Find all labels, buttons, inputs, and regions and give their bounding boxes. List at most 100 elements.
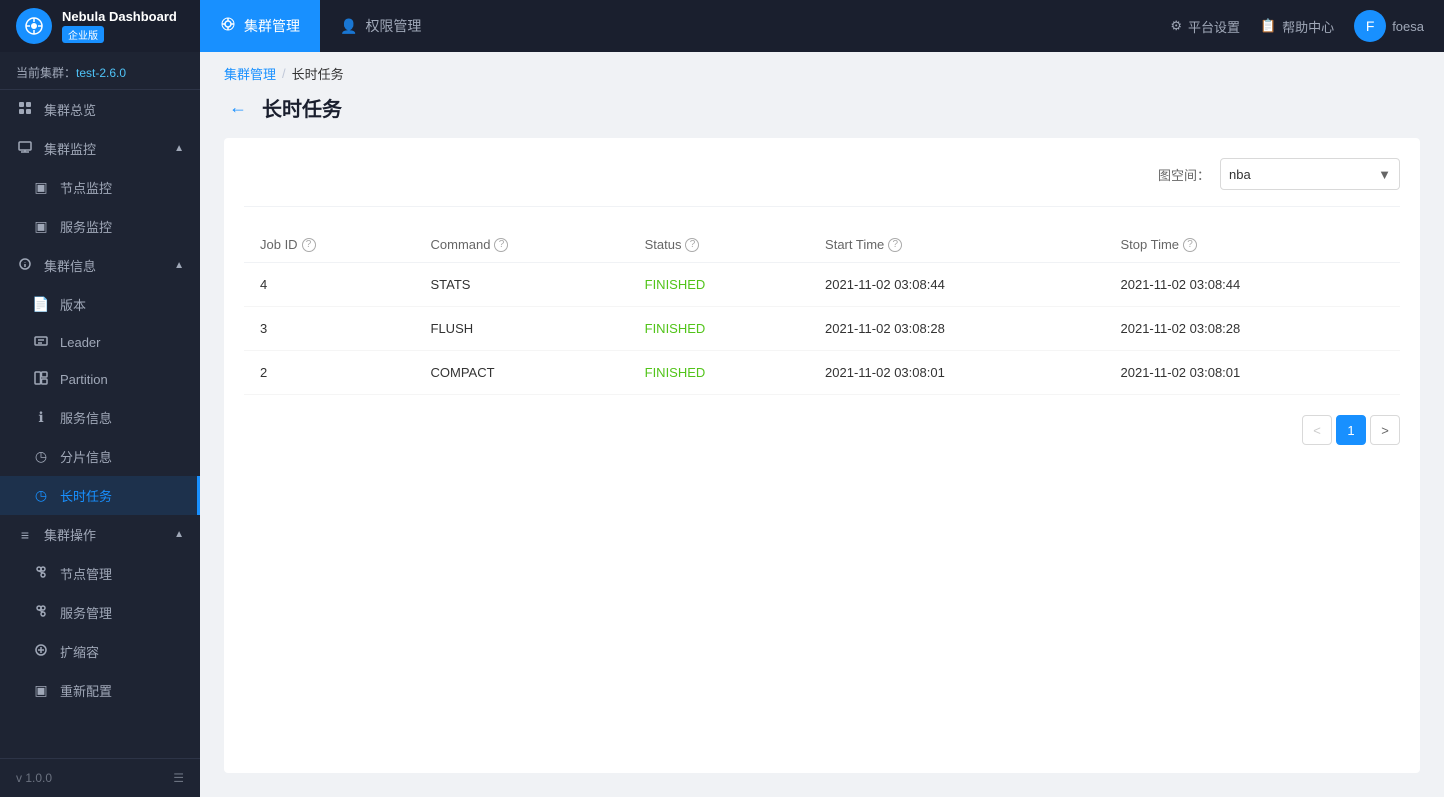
settings-nav-item[interactable]: ⚙ 平台设置	[1170, 17, 1240, 36]
service-monitor-icon: ▣	[32, 218, 50, 235]
version-bar: v 1.0.0 ☰	[0, 758, 200, 797]
long-task-icon: ◷	[32, 487, 50, 504]
sidebar-item-version[interactable]: 📄 版本	[0, 285, 200, 324]
logo-badge: 企业版	[62, 26, 104, 43]
nav-items: 集群管理 👤 权限管理	[200, 0, 1150, 52]
sidebar-item-service-monitor[interactable]: ▣ 服务监控	[0, 207, 200, 246]
service-mgmt-label: 服务管理	[60, 603, 112, 622]
status-help-icon[interactable]: ?	[685, 238, 699, 252]
version-icon: 📄	[32, 296, 50, 313]
pagination: < 1 >	[244, 415, 1400, 445]
reconfig-icon: ▣	[32, 682, 50, 699]
jobs-table: Job ID ? Command ?	[244, 227, 1400, 395]
table-row: 2 COMPACT FINISHED 2021-11-02 03:08:01 2…	[244, 351, 1400, 395]
user-profile[interactable]: F foesa	[1354, 10, 1424, 42]
breadcrumb-parent[interactable]: 集群管理	[224, 64, 276, 83]
command-help-icon[interactable]: ?	[494, 238, 508, 252]
start-time-help-icon[interactable]: ?	[888, 238, 902, 252]
sidebar-item-node-monitor[interactable]: ▣ 节点监控	[0, 168, 200, 207]
service-info-label: 服务信息	[60, 408, 112, 427]
prev-page-button[interactable]: <	[1302, 415, 1332, 445]
nav-item-cluster-mgmt-label: 集群管理	[244, 16, 300, 36]
breadcrumb-current: 长时任务	[292, 64, 344, 83]
help-nav-item[interactable]: 📋 帮助中心	[1260, 17, 1334, 36]
menu-icon[interactable]: ☰	[173, 771, 184, 785]
settings-icon: ⚙	[1170, 18, 1182, 34]
th-status: Status ?	[629, 227, 809, 263]
sidebar-section-cluster-ops[interactable]: ≡ 集群操作 ▲	[0, 515, 200, 554]
cluster-mgmt-icon	[220, 16, 236, 37]
cell-job-id: 2	[244, 351, 415, 395]
cell-stop-time: 2021-11-02 03:08:44	[1105, 263, 1401, 307]
sidebar-section-cluster-monitor[interactable]: 集群监控 ▲	[0, 129, 200, 168]
node-monitor-label: 节点监控	[60, 178, 112, 197]
namespace-select[interactable]: nba ▼	[1220, 158, 1400, 190]
nav-item-auth-mgmt[interactable]: 👤 权限管理	[320, 0, 441, 52]
dropdown-chevron-icon: ▼	[1378, 167, 1391, 182]
cluster-label: 当前集群：test-2.6.0	[0, 52, 200, 90]
reconfig-label: 重新配置	[60, 681, 112, 700]
cell-status: FINISHED	[629, 263, 809, 307]
sidebar-item-reconfig[interactable]: ▣ 重新配置	[0, 671, 200, 710]
sidebar-item-service-info[interactable]: ℹ 服务信息	[0, 398, 200, 437]
namespace-label: 图空间：	[1158, 165, 1210, 184]
scale-icon	[32, 643, 50, 660]
cluster-ops-chevron: ▲	[174, 529, 184, 540]
back-button[interactable]: ←	[224, 94, 252, 122]
sidebar-item-shard-info[interactable]: ◷ 分片信息	[0, 437, 200, 476]
breadcrumb: 集群管理 / 长时任务	[200, 52, 1444, 83]
sidebar-section-cluster-info[interactable]: 集群信息 ▲	[0, 246, 200, 285]
node-mgmt-icon	[32, 565, 50, 582]
nav-item-cluster-mgmt[interactable]: 集群管理	[200, 0, 320, 52]
sidebar-item-partition[interactable]: Partition	[0, 361, 200, 398]
sidebar-item-scale[interactable]: 扩缩容	[0, 632, 200, 671]
cell-command: COMPACT	[415, 351, 629, 395]
sidebar-item-service-mgmt[interactable]: 服务管理	[0, 593, 200, 632]
partition-icon	[32, 371, 50, 388]
stop-time-help-icon[interactable]: ?	[1183, 238, 1197, 252]
cell-stop-time: 2021-11-02 03:08:01	[1105, 351, 1401, 395]
cell-job-id: 3	[244, 307, 415, 351]
next-page-button[interactable]: >	[1370, 415, 1400, 445]
table-container: Job ID ? Command ?	[244, 227, 1400, 395]
th-stop-time: Stop Time ?	[1105, 227, 1401, 263]
main-layout: 当前集群：test-2.6.0 集群总览 集群监控 ▲ ▣ 节点监控 ▣ 服	[0, 52, 1444, 797]
shard-info-icon: ◷	[32, 448, 50, 465]
shard-info-label: 分片信息	[60, 447, 112, 466]
node-mgmt-label: 节点管理	[60, 564, 112, 583]
sidebar-item-leader[interactable]: Leader	[0, 324, 200, 361]
logo-title: Nebula Dashboard	[62, 9, 177, 24]
cell-command: FLUSH	[415, 307, 629, 351]
sidebar-item-long-task[interactable]: ◷ 长时任务	[0, 476, 200, 515]
cluster-monitor-label: 集群监控	[44, 139, 96, 158]
page-1-button[interactable]: 1	[1336, 415, 1366, 445]
page-header: ← 长时任务	[200, 83, 1444, 138]
toolbar: 图空间： nba ▼	[244, 158, 1400, 207]
table-row: 3 FLUSH FINISHED 2021-11-02 03:08:28 202…	[244, 307, 1400, 351]
th-job-id: Job ID ?	[244, 227, 415, 263]
breadcrumb-separator: /	[282, 66, 286, 81]
cluster-info-label: 集群信息	[44, 256, 96, 275]
sidebar-item-cluster-overview[interactable]: 集群总览	[0, 90, 200, 129]
cell-command: STATS	[415, 263, 629, 307]
service-mgmt-icon	[32, 604, 50, 621]
namespace-value: nba	[1229, 167, 1251, 182]
node-monitor-icon: ▣	[32, 179, 50, 196]
help-label: 帮助中心	[1282, 17, 1334, 36]
job-id-help-icon[interactable]: ?	[302, 238, 316, 252]
cluster-ops-icon: ≡	[16, 527, 34, 543]
logo-text: Nebula Dashboard 企业版	[62, 9, 177, 43]
cluster-overview-icon	[16, 101, 34, 118]
th-command: Command ?	[415, 227, 629, 263]
page-title: 长时任务	[262, 93, 342, 122]
cluster-name: test-2.6.0	[76, 66, 126, 80]
auth-mgmt-icon: 👤	[340, 18, 357, 35]
cell-stop-time: 2021-11-02 03:08:28	[1105, 307, 1401, 351]
cluster-overview-label: 集群总览	[44, 100, 96, 119]
table-row: 4 STATS FINISHED 2021-11-02 03:08:44 202…	[244, 263, 1400, 307]
cluster-monitor-chevron: ▲	[174, 143, 184, 154]
scale-label: 扩缩容	[60, 642, 99, 661]
content-panel: 图空间： nba ▼ Job ID ?	[224, 138, 1420, 773]
content-area: 集群管理 / 长时任务 ← 长时任务 图空间： nba ▼	[200, 52, 1444, 797]
sidebar-item-node-mgmt[interactable]: 节点管理	[0, 554, 200, 593]
